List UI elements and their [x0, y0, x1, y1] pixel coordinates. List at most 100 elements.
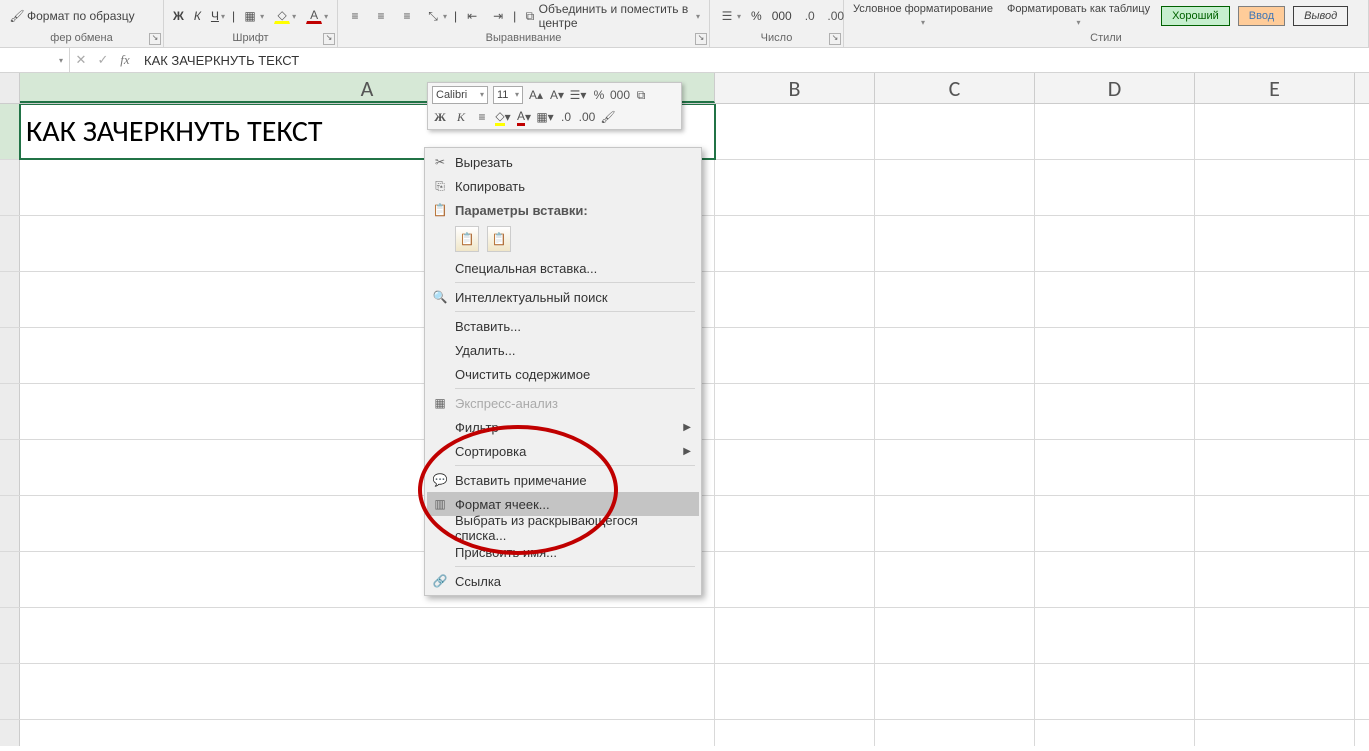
cell-style-good[interactable]: Хороший — [1161, 6, 1230, 26]
mini-font-combo[interactable]: Calibri▾ — [432, 86, 488, 104]
cell-d1[interactable] — [1035, 104, 1195, 159]
increase-font-icon[interactable]: A▴ — [528, 87, 544, 103]
cell[interactable] — [715, 720, 875, 746]
row-header[interactable] — [0, 160, 20, 215]
row-header[interactable] — [0, 272, 20, 327]
borders-button[interactable]: ▦▾ — [239, 6, 267, 26]
mini-merge-button[interactable]: ⧉ — [633, 87, 649, 103]
row-header[interactable] — [0, 720, 20, 746]
format-as-table-button[interactable]: Форматировать как таблицу▾ — [1004, 1, 1153, 31]
cell[interactable] — [1195, 552, 1355, 607]
decrease-indent-button[interactable]: ⇤ — [461, 6, 483, 26]
cell-style-output[interactable]: Вывод — [1293, 6, 1348, 26]
cell[interactable] — [1035, 160, 1195, 215]
cell[interactable] — [1035, 552, 1195, 607]
clipboard-dialog-launcher[interactable]: ↘ — [149, 33, 161, 45]
mini-italic-button[interactable]: К — [453, 109, 469, 125]
percent-button[interactable]: % — [748, 7, 765, 25]
thousands-button[interactable]: 000 — [769, 7, 795, 25]
menu-insert[interactable]: Вставить... — [427, 314, 699, 338]
cell-b1[interactable] — [715, 104, 875, 159]
mini-format-painter-button[interactable]: 🖌 — [600, 109, 616, 125]
cell[interactable] — [715, 160, 875, 215]
mini-currency-button[interactable]: ☰▾ — [570, 87, 586, 103]
underline-button[interactable]: Ч▾ — [208, 7, 228, 25]
mini-fill-button[interactable]: ◇▾ — [495, 109, 511, 125]
cell[interactable] — [1195, 216, 1355, 271]
cancel-formula-button[interactable]: ✕ — [70, 48, 92, 72]
font-dialog-launcher[interactable]: ↘ — [323, 33, 335, 45]
menu-link[interactable]: 🔗 Ссылка — [427, 569, 699, 593]
mini-thousands-button[interactable]: 000 — [612, 87, 628, 103]
select-all-corner[interactable] — [0, 73, 20, 103]
format-painter-button[interactable]: 🖌 Формат по образцу — [6, 6, 138, 26]
cell[interactable] — [20, 608, 715, 663]
mini-percent-button[interactable]: % — [591, 87, 607, 103]
fill-color-button[interactable]: ◇▾ — [271, 6, 299, 26]
menu-smart-lookup[interactable]: 🔍 Интеллектуальный поиск — [427, 285, 699, 309]
currency-button[interactable]: ☰▾ — [716, 6, 744, 26]
cell[interactable] — [1195, 720, 1355, 746]
cell[interactable] — [875, 664, 1035, 719]
cell[interactable] — [715, 440, 875, 495]
row-header[interactable] — [0, 496, 20, 551]
cell[interactable] — [1035, 608, 1195, 663]
row-header[interactable] — [0, 552, 20, 607]
cell[interactable] — [1195, 384, 1355, 439]
cell[interactable] — [875, 328, 1035, 383]
mini-borders-button[interactable]: ▦▾ — [537, 109, 553, 125]
align-middle-button[interactable]: ≡ — [370, 6, 392, 26]
column-header-d[interactable]: D — [1035, 73, 1195, 103]
cell[interactable] — [875, 608, 1035, 663]
cell-e1[interactable] — [1195, 104, 1355, 159]
cell-style-input[interactable]: Ввод — [1238, 6, 1285, 26]
row-header[interactable] — [0, 216, 20, 271]
increase-indent-button[interactable]: ⇥ — [487, 6, 509, 26]
menu-paste-special[interactable]: Специальная вставка... — [427, 256, 699, 280]
cell[interactable] — [715, 496, 875, 551]
menu-define-name[interactable]: Присвоить имя... — [427, 540, 699, 564]
row-header[interactable] — [0, 608, 20, 663]
cell[interactable] — [1035, 384, 1195, 439]
cell[interactable] — [715, 216, 875, 271]
cell[interactable] — [715, 664, 875, 719]
cell[interactable] — [1195, 496, 1355, 551]
cell[interactable] — [1035, 664, 1195, 719]
paste-option-default[interactable]: 📋 — [455, 226, 479, 252]
cell[interactable] — [1195, 440, 1355, 495]
align-top-button[interactable]: ≡ — [344, 6, 366, 26]
cell[interactable] — [875, 272, 1035, 327]
menu-cut[interactable]: ✂ Вырезать — [427, 150, 699, 174]
cell-c1[interactable] — [875, 104, 1035, 159]
align-bottom-button[interactable]: ≡ — [396, 6, 418, 26]
cell[interactable] — [715, 552, 875, 607]
mini-decimal-inc-button[interactable]: .0 — [558, 109, 574, 125]
column-header-e[interactable]: E — [1195, 73, 1355, 103]
row-header-1[interactable] — [0, 104, 20, 159]
cell[interactable] — [1035, 440, 1195, 495]
orientation-button[interactable]: ⤡▾ — [422, 6, 450, 26]
mini-bold-button[interactable]: Ж — [432, 109, 448, 125]
cell[interactable] — [875, 384, 1035, 439]
cell[interactable] — [1035, 496, 1195, 551]
menu-copy[interactable]: ⎘ Копировать — [427, 174, 699, 198]
menu-insert-comment[interactable]: 💬 Вставить примечание — [427, 468, 699, 492]
row-header[interactable] — [0, 664, 20, 719]
cell[interactable] — [1035, 216, 1195, 271]
italic-button[interactable]: К — [191, 7, 204, 25]
mini-align-button[interactable]: ≡ — [474, 109, 490, 125]
cell[interactable] — [1195, 664, 1355, 719]
alignment-dialog-launcher[interactable]: ↘ — [695, 33, 707, 45]
menu-sort[interactable]: Сортировка▶ — [427, 439, 699, 463]
cell[interactable] — [1195, 272, 1355, 327]
cell[interactable] — [1195, 608, 1355, 663]
bold-button[interactable]: Ж — [170, 7, 187, 25]
merge-center-button[interactable]: ⧉ Объединить и поместить в центре ▾ — [520, 0, 703, 32]
name-box[interactable]: ▾ — [0, 48, 70, 72]
cell[interactable] — [715, 328, 875, 383]
row-header[interactable] — [0, 328, 20, 383]
enter-formula-button[interactable]: ✓ — [92, 48, 114, 72]
formula-input[interactable]: КАК ЗАЧЕРКНУТЬ ТЕКСТ — [136, 53, 1369, 68]
menu-clear-contents[interactable]: Очистить содержимое — [427, 362, 699, 386]
menu-pick-from-list[interactable]: Выбрать из раскрывающегося списка... — [427, 516, 699, 540]
